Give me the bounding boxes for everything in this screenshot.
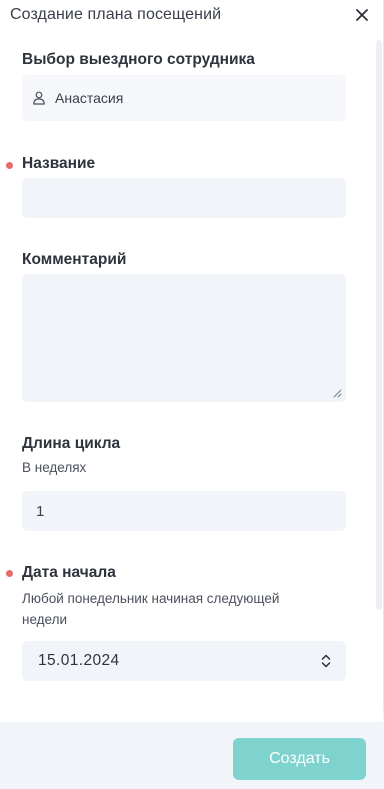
start-date-hint: Любой понедельник начиная следующей неде… [22, 591, 280, 627]
start-date-input[interactable]: 15.01.2024 [22, 641, 346, 681]
panel-footer: Создать [0, 722, 384, 789]
employee-label: Выбор выездного сотрудника [22, 51, 255, 68]
start-date-label: Дата начала [22, 564, 116, 581]
employee-select[interactable]: Анастасия [22, 75, 346, 121]
comment-textarea[interactable] [22, 274, 346, 402]
required-indicator [6, 570, 13, 577]
user-icon [33, 91, 45, 105]
scrollbar[interactable] [376, 40, 382, 610]
spinner-updown-icon[interactable] [320, 652, 332, 670]
panel-header: Создание плана посещений [0, 0, 384, 34]
name-input[interactable] [22, 178, 346, 218]
cycle-length-label: Длина цикла [22, 435, 121, 452]
panel-title: Создание плана посещений [10, 6, 222, 23]
resize-handle-icon[interactable] [332, 388, 342, 398]
close-icon[interactable] [352, 5, 372, 25]
create-button[interactable]: Создать [233, 738, 366, 780]
employee-name: Анастасия [55, 90, 124, 106]
required-indicator [6, 162, 13, 169]
cycle-length-input[interactable] [22, 491, 346, 531]
cycle-length-hint: В неделях [22, 460, 87, 475]
start-date-value: 15.01.2024 [38, 652, 120, 669]
name-label: Название [22, 155, 96, 172]
comment-label: Комментарий [22, 251, 127, 268]
create-visit-plan-panel: Создание плана посещений Выбор выездного… [0, 0, 384, 789]
